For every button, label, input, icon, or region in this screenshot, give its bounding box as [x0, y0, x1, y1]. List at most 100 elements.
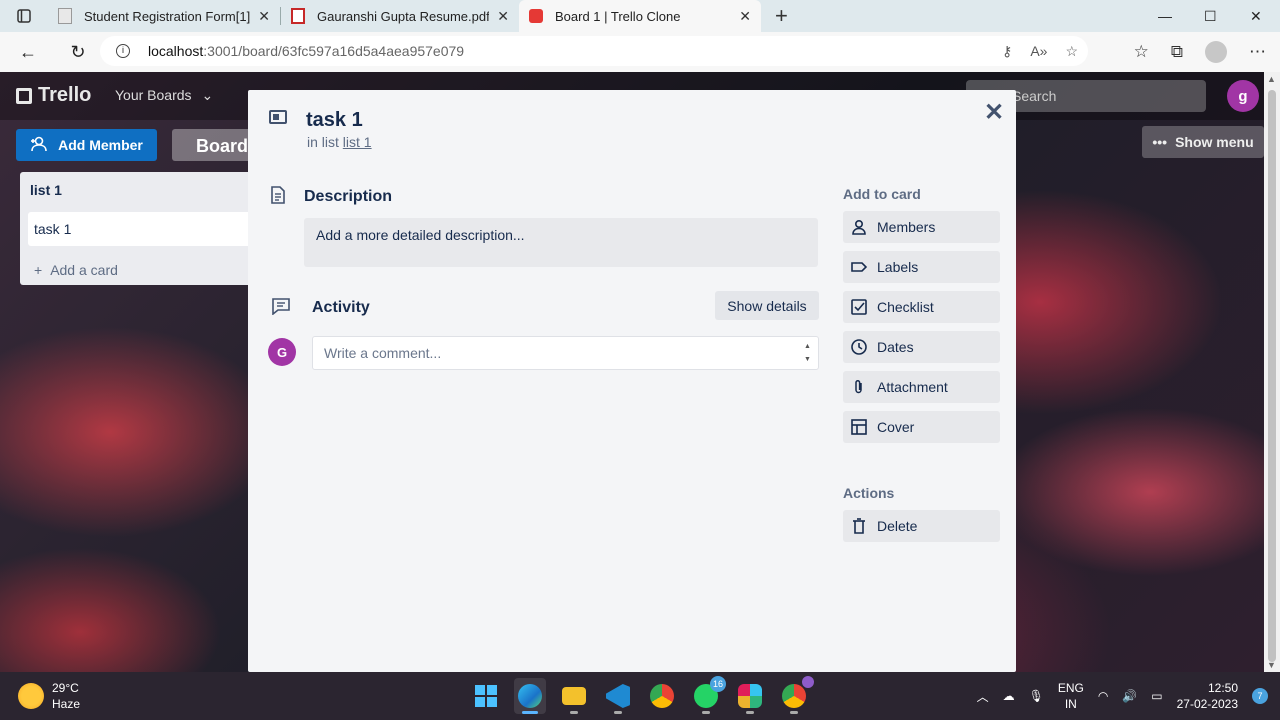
your-boards-label: Your Boards [115, 87, 192, 103]
browser-tab-student-registration[interactable]: Student Registration Form[1].pdf ✕ [48, 0, 280, 32]
cover-label: Cover [877, 419, 915, 435]
description-field[interactable]: Add a more detailed description... [304, 218, 818, 267]
trello-clone-icon [529, 9, 543, 23]
dates-button[interactable]: Dates [843, 331, 1000, 363]
tab-title: Board 1 | Trello Clone [555, 8, 681, 24]
chrome-profile-icon [782, 684, 806, 708]
temperature: 29°C [52, 681, 79, 695]
comment-avatar: G [268, 338, 296, 366]
slack-app[interactable] [734, 678, 766, 714]
browser-tab-resume[interactable]: Gauranshi Gupta Resume.pdf ✕ [281, 0, 519, 32]
whatsapp-badge: 16 [709, 676, 726, 692]
close-tab-icon[interactable]: ✕ [497, 8, 509, 25]
close-window-icon[interactable]: ✕ [1250, 0, 1262, 32]
whatsapp-app[interactable]: 16 [690, 676, 726, 714]
add-card-button[interactable]: + Add a card [34, 262, 118, 278]
wifi-icon[interactable]: ◠ [1098, 689, 1108, 703]
url-host: localhost [148, 43, 204, 59]
comment-input[interactable] [312, 336, 819, 370]
members-label: Members [877, 219, 936, 235]
start-button[interactable] [470, 678, 502, 714]
labels-button[interactable]: Labels [843, 251, 1000, 283]
more-icon[interactable]: ⋯ [1249, 42, 1266, 62]
key-icon[interactable]: ⚷ [1002, 43, 1012, 60]
url-field[interactable]: i localhost:3001/board/63fc597a16d5a4aea… [100, 36, 1088, 66]
folder-icon [562, 687, 586, 705]
user-avatar[interactable]: g [1227, 80, 1259, 112]
url-path: :3001/board/63fc597a16d5a4aea957e079 [203, 43, 465, 59]
collections-icon[interactable]: ⧉ [1171, 42, 1183, 62]
dates-label: Dates [877, 339, 914, 355]
page-scrollbar[interactable]: ▲ ▼ [1264, 72, 1280, 672]
refresh-icon[interactable]: ↻ [56, 42, 100, 63]
weather-widget[interactable]: 29°C Haze [18, 680, 80, 712]
trello-logo[interactable]: Trello [16, 84, 91, 107]
new-tab-icon[interactable]: + [775, 5, 788, 27]
checklist-icon [851, 299, 867, 315]
paperclip-icon [851, 379, 867, 395]
card-list-info: in list list 1 [307, 134, 372, 150]
members-button[interactable]: Members [843, 211, 1000, 243]
trello-logo-icon [16, 87, 32, 104]
notifications-badge[interactable]: 7 [1252, 688, 1268, 704]
add-member-button[interactable]: Add Member [16, 129, 157, 161]
file-explorer-app[interactable] [558, 678, 590, 714]
add-member-label: Add Member [58, 137, 143, 153]
date: 27-02-2023 [1176, 697, 1238, 711]
card-title[interactable]: task 1 [306, 109, 363, 132]
person-icon [851, 219, 867, 235]
checklist-button[interactable]: Checklist [843, 291, 1000, 323]
list-card[interactable]: task 1 [28, 212, 268, 246]
show-menu-button[interactable]: ••• Show menu [1142, 126, 1264, 158]
list-link[interactable]: list 1 [343, 134, 372, 150]
scroll-down-icon[interactable]: ▼ [1267, 660, 1276, 670]
microphone-icon[interactable]: 🎙 [1029, 689, 1044, 703]
running-indicator [522, 711, 538, 714]
profile-icon[interactable] [1205, 41, 1227, 63]
chrome-app[interactable] [646, 678, 678, 714]
add-card-label: Add a card [50, 262, 118, 278]
tab-actions-icon[interactable] [0, 0, 48, 32]
language-code: ENG [1057, 681, 1084, 695]
close-tab-icon[interactable]: ✕ [739, 8, 751, 25]
vscode-app[interactable] [602, 678, 634, 714]
chevron-up-icon[interactable]: ︿ [977, 688, 989, 705]
attachment-button[interactable]: Attachment [843, 371, 1000, 403]
info-icon[interactable]: i [116, 44, 130, 58]
textarea-spinner[interactable]: ▲ ▼ [804, 340, 811, 366]
volume-icon[interactable]: 🔊 [1122, 689, 1137, 703]
running-indicator [570, 711, 578, 714]
chrome-profile-app[interactable] [778, 676, 814, 714]
url-actions: ⚷ A» ☆ [1002, 36, 1078, 66]
close-icon[interactable]: ✕ [984, 98, 1004, 127]
your-boards-menu[interactable]: Your Boards ⌄ [115, 87, 213, 104]
add-favorite-icon[interactable]: ☆ [1065, 43, 1078, 60]
scrollbar-thumb[interactable] [1268, 90, 1276, 662]
scroll-up-icon[interactable]: ▲ [1267, 74, 1276, 84]
cover-button[interactable]: Cover [843, 411, 1000, 443]
browser-tab-trello[interactable]: Board 1 | Trello Clone ✕ [519, 0, 761, 32]
list-column: list 1 task 1 + Add a card [20, 172, 268, 285]
maximize-icon[interactable]: ☐ [1204, 0, 1217, 32]
edge-app[interactable] [514, 678, 546, 714]
delete-button[interactable]: Delete [843, 510, 1000, 542]
list-title[interactable]: list 1 [30, 182, 62, 198]
profile-badge-icon [802, 676, 814, 688]
logo-text: Trello [38, 84, 92, 106]
read-aloud-icon[interactable]: A» [1030, 43, 1047, 59]
weather-sun-icon [18, 683, 44, 709]
delete-label: Delete [877, 518, 918, 534]
time: 12:50 [1207, 681, 1238, 695]
back-icon[interactable]: ← [0, 42, 56, 63]
onedrive-icon[interactable]: ☁ [1003, 689, 1015, 703]
show-details-button[interactable]: Show details [715, 291, 819, 320]
card-icon [269, 110, 287, 124]
battery-icon[interactable]: ▭ [1151, 689, 1162, 703]
language-indicator[interactable]: ENG IN [1058, 680, 1084, 712]
favorites-icon[interactable]: ☆ [1134, 42, 1149, 62]
minimize-icon[interactable]: — [1158, 0, 1172, 32]
running-indicator [746, 711, 754, 714]
clock[interactable]: 12:50 27-02-2023 [1177, 680, 1238, 712]
close-tab-icon[interactable]: ✕ [258, 8, 270, 25]
in-list-prefix: in list [307, 134, 339, 150]
